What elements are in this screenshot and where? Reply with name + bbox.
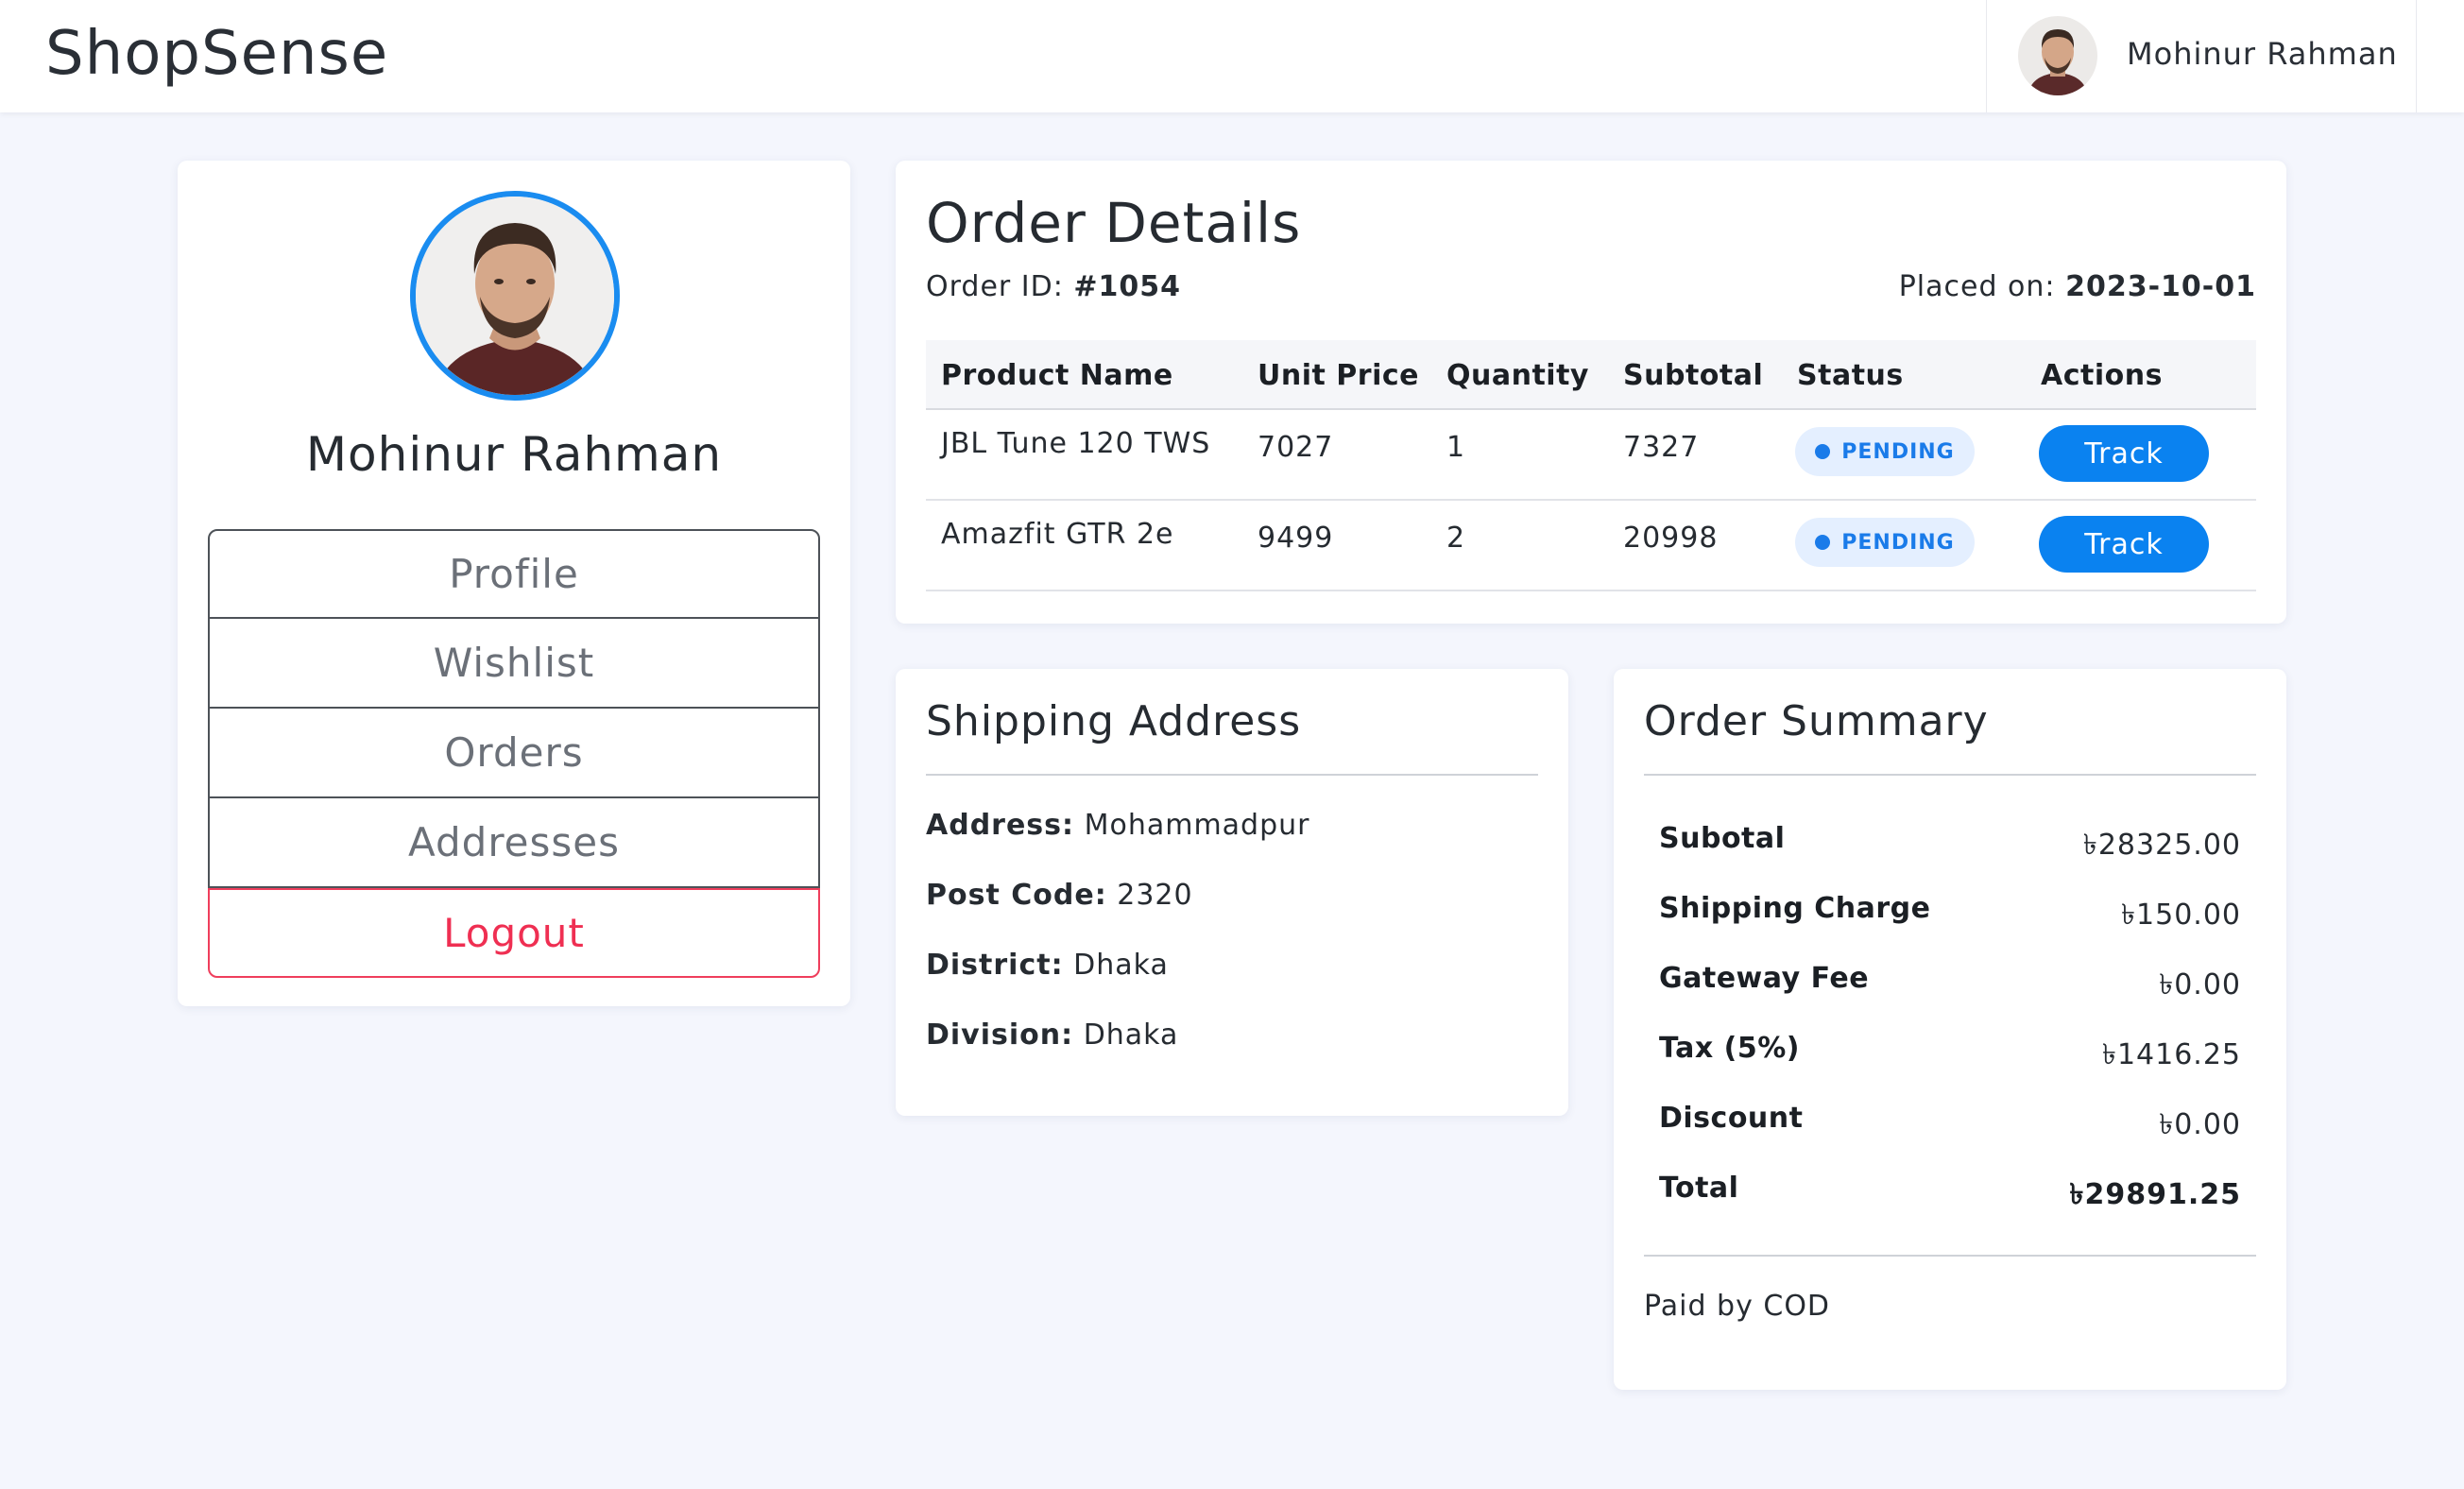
avatar <box>2018 16 2097 95</box>
col-status: Status <box>1797 359 1904 392</box>
summary-value: ৳0.00 <box>2159 968 2241 1001</box>
postcode-value: 2320 <box>1117 879 1193 912</box>
section-title: Order Summary <box>1644 697 1989 745</box>
menu-item-orders[interactable]: Orders <box>208 709 820 798</box>
track-button[interactable]: Track <box>2039 516 2209 573</box>
col-actions: Actions <box>2041 359 2163 392</box>
postcode-label: Post Code: <box>926 879 1107 912</box>
table-row: Amazfit GTR 2e 9499 2 20998 PENDING Trac… <box>926 501 2256 591</box>
district-label: District: <box>926 949 1064 982</box>
subtotal: 20998 <box>1623 522 1719 555</box>
status-text: PENDING <box>1841 530 1955 555</box>
address-label: Address: <box>926 809 1075 842</box>
summary-label: Shipping Charge <box>1659 892 1931 925</box>
menu-item-profile[interactable]: Profile <box>208 529 820 619</box>
summary-value: ৳150.00 <box>2121 899 2241 932</box>
summary-row: Shipping Charge ৳150.00 <box>1659 892 2241 932</box>
user-menu[interactable]: Mohinur Rahman <box>1986 0 2417 112</box>
address-line: Address: Mohammadpur <box>926 809 1309 842</box>
order-items-table: Product Name Unit Price Quantity Subtota… <box>926 340 2256 591</box>
placed-label: Placed on: <box>1898 270 2056 303</box>
profile-card: Mohinur Rahman Profile Wishlist Orders A… <box>178 161 850 1006</box>
subtotal: 7327 <box>1623 431 1700 464</box>
address-value: Mohammadpur <box>1084 809 1310 842</box>
col-unit-price: Unit Price <box>1258 359 1419 392</box>
col-quantity: Quantity <box>1446 359 1589 392</box>
col-subtotal: Subtotal <box>1623 359 1764 392</box>
section-title: Shipping Address <box>926 697 1302 745</box>
account-menu: Profile Wishlist Orders Addresses Logout <box>208 529 820 978</box>
user-name: Mohinur Rahman <box>2127 36 2398 72</box>
track-button[interactable]: Track <box>2039 425 2209 482</box>
page-title: Order Details <box>926 191 1302 255</box>
summary-row: Gateway Fee ৳0.00 <box>1659 962 2241 1001</box>
unit-price: 9499 <box>1258 522 1334 555</box>
table-row: JBL Tune 120 TWS 7027 1 7327 PENDING Tra… <box>926 410 2256 501</box>
order-date: Placed on: 2023-10-01 <box>1899 270 2256 303</box>
order-id: Order ID: #1054 <box>926 270 1181 303</box>
user-avatar-icon <box>2018 16 2097 95</box>
division-line: Division: Dhaka <box>926 1018 1178 1052</box>
summary-value: ৳1416.25 <box>2102 1038 2241 1071</box>
postcode-line: Post Code: 2320 <box>926 879 1193 912</box>
brand-logo[interactable]: ShopSense <box>45 19 388 89</box>
profile-avatar <box>410 191 620 401</box>
status-badge: PENDING <box>1795 427 1975 476</box>
quantity: 2 <box>1446 522 1466 555</box>
summary-label: Subotal <box>1659 822 1786 855</box>
summary-label: Discount <box>1659 1102 1804 1135</box>
summary-total-row: Total ৳29891.25 <box>1659 1172 2241 1211</box>
menu-item-addresses[interactable]: Addresses <box>208 798 820 888</box>
menu-item-wishlist[interactable]: Wishlist <box>208 619 820 709</box>
summary-row: Tax (5%) ৳1416.25 <box>1659 1032 2241 1071</box>
district-line: District: Dhaka <box>926 949 1169 982</box>
order-details-card: Order Details Order ID: #1054 Placed on:… <box>896 161 2286 624</box>
unit-price: 7027 <box>1258 431 1334 464</box>
divider <box>1644 774 2256 776</box>
division-value: Dhaka <box>1083 1018 1179 1052</box>
product-name[interactable]: Amazfit GTR 2e <box>941 518 1174 551</box>
total-label: Total <box>1659 1172 1739 1205</box>
total-value: ৳29891.25 <box>2069 1178 2241 1211</box>
summary-value: ৳28325.00 <box>2082 829 2241 862</box>
summary-row: Subotal ৳28325.00 <box>1659 822 2241 862</box>
payment-method: Paid by COD <box>1644 1290 1831 1323</box>
order-id-label: Order ID: <box>926 270 1064 303</box>
profile-name: Mohinur Rahman <box>305 427 723 482</box>
summary-value: ৳0.00 <box>2159 1108 2241 1141</box>
status-dot-icon <box>1815 535 1831 550</box>
summary-label: Gateway Fee <box>1659 962 1870 995</box>
product-name[interactable]: JBL Tune 120 TWS <box>941 427 1210 460</box>
placed-value: 2023-10-01 <box>2065 270 2256 303</box>
summary-label: Tax (5%) <box>1659 1032 1800 1065</box>
quantity: 1 <box>1446 431 1466 464</box>
status-dot-icon <box>1815 444 1831 459</box>
top-navbar: ShopSense Mohinur Rahman <box>0 0 2464 112</box>
shipping-address-card: Shipping Address Address: Mohammadpur Po… <box>896 669 1568 1116</box>
status-text: PENDING <box>1841 439 1955 464</box>
divider <box>926 774 1538 776</box>
status-badge: PENDING <box>1795 518 1975 567</box>
col-product-name: Product Name <box>941 359 1173 392</box>
table-header: Product Name Unit Price Quantity Subtota… <box>926 340 2256 410</box>
profile-photo-icon <box>416 197 614 395</box>
order-id-value: #1054 <box>1073 270 1182 303</box>
order-summary-card: Order Summary Subotal ৳28325.00 Shipping… <box>1614 669 2286 1390</box>
district-value: Dhaka <box>1073 949 1169 982</box>
logout-button[interactable]: Logout <box>208 888 820 978</box>
summary-row: Discount ৳0.00 <box>1659 1102 2241 1141</box>
divider <box>1644 1255 2256 1257</box>
division-label: Division: <box>926 1018 1074 1052</box>
